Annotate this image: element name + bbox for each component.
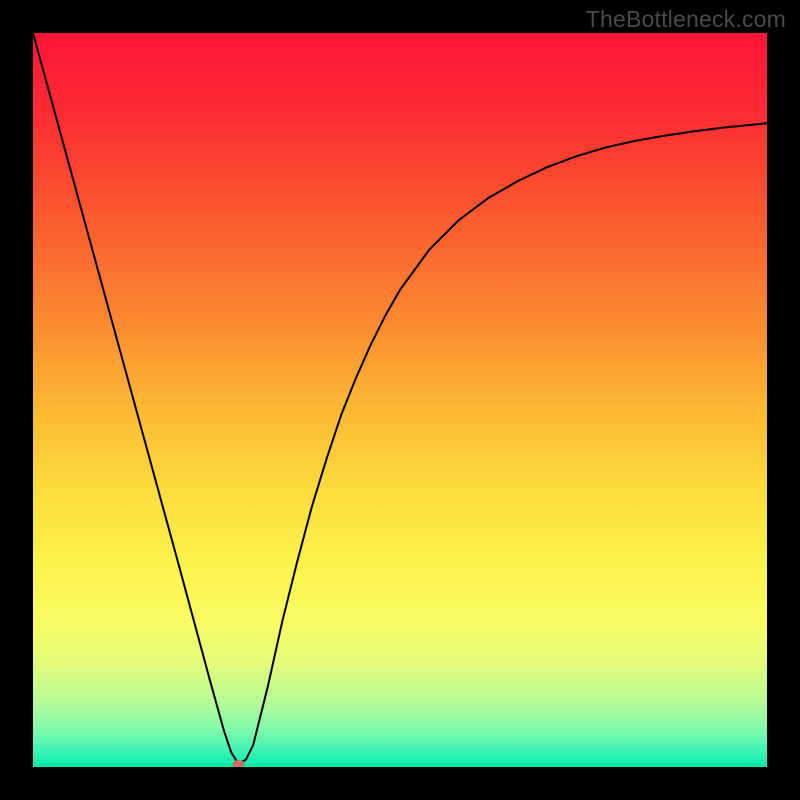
bottleneck-curve [33,33,767,764]
curve-layer [33,33,767,767]
chart-frame: TheBottleneck.com [0,0,800,800]
plot-area [33,33,767,767]
watermark-text: TheBottleneck.com [586,6,786,33]
